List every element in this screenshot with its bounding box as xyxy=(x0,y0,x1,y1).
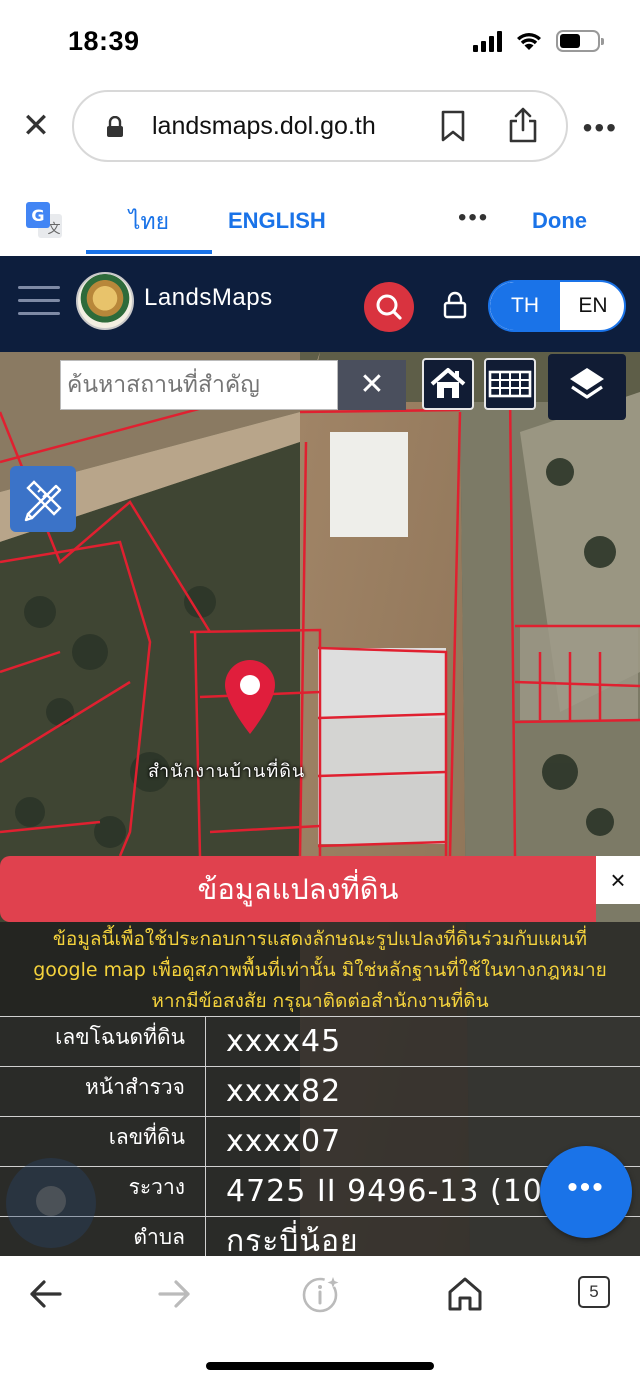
back-arrow-icon[interactable] xyxy=(26,1274,66,1314)
search-button[interactable] xyxy=(364,282,414,332)
battery-icon xyxy=(556,30,604,52)
home-indicator xyxy=(206,1362,434,1370)
landsmaps-header: LandsMaps TH EN xyxy=(0,256,640,352)
clear-search-button[interactable]: ✕ xyxy=(338,360,406,410)
translate-more-icon[interactable]: ••• xyxy=(458,204,489,232)
wifi-icon xyxy=(517,33,541,50)
grid-icon xyxy=(488,370,532,398)
tab-english[interactable]: ENGLISH xyxy=(228,186,326,256)
lang-en-option[interactable]: EN xyxy=(560,282,624,330)
status-bar: 18:39 xyxy=(0,0,640,86)
status-time: 18:39 xyxy=(68,26,140,56)
forward-arrow-icon[interactable] xyxy=(154,1274,194,1314)
menu-icon[interactable] xyxy=(18,286,60,325)
lock-icon xyxy=(107,116,123,137)
panel-close-button[interactable]: × xyxy=(596,856,640,904)
disclaimer-line: ข้อมูลนี้เพื่อใช้ประกอบการแสดงลักษณะรูปแ… xyxy=(52,928,588,950)
row-label: เลขที่ดิน xyxy=(0,1117,206,1166)
dol-seal-logo xyxy=(76,272,134,330)
brand-title: LandsMaps xyxy=(144,284,273,311)
map-grid-button[interactable] xyxy=(484,358,536,410)
row-value: xxxx45 xyxy=(226,1024,342,1059)
translate-done-button[interactable]: Done xyxy=(532,186,587,256)
pin-label: สำนักงานบ้านที่ดิน xyxy=(148,761,306,782)
lang-th-option[interactable]: TH xyxy=(490,282,560,330)
table-row: หน้าสำรวจ xxxx82 xyxy=(0,1066,640,1116)
translate-bar: 文 G ไทย ENGLISH ••• Done xyxy=(0,186,640,256)
info-overlay-icon[interactable] xyxy=(6,1158,96,1248)
share-icon[interactable] xyxy=(508,106,538,144)
map-layers-button[interactable] xyxy=(548,354,626,420)
place-search-input[interactable] xyxy=(61,361,337,409)
parcel-panel-title: ข้อมูลแปลงที่ดิน xyxy=(0,856,596,922)
search-icon xyxy=(376,294,402,320)
home-icon xyxy=(430,368,466,398)
parcel-info-table: เลขโฉนดที่ดิน xxxx45 หน้าสำรวจ xxxx82 เล… xyxy=(0,1016,640,1256)
row-value: xxxx82 xyxy=(226,1074,342,1109)
svg-text:G: G xyxy=(31,206,44,225)
disclaimer-line: google map เพื่อดูสภาพพื้นที่เท่านั้น มิ… xyxy=(33,959,607,981)
row-label: หน้าสำรวจ xyxy=(0,1067,206,1116)
map-view[interactable]: ✕ สำนักงานบ้านที่ดิน ข้อม xyxy=(0,352,640,1256)
disclaimer-text: ข้อมูลนี้เพื่อใช้ประกอบการแสดงลักษณะรูปแ… xyxy=(0,922,640,1016)
home-icon[interactable] xyxy=(446,1274,484,1314)
place-search-field[interactable] xyxy=(60,360,338,410)
tab-thai[interactable]: ไทย xyxy=(86,186,212,256)
row-label: เลขโฉนดที่ดิน xyxy=(0,1017,206,1066)
page-info-icon[interactable] xyxy=(300,1274,342,1316)
login-lock-icon[interactable] xyxy=(442,290,468,320)
url-text: landsmaps.dol.go.th xyxy=(152,112,376,140)
address-bar-row: ✕ landsmaps.dol.go.th ••• xyxy=(0,86,640,170)
table-row: เลขโฉนดที่ดิน xxxx45 xyxy=(0,1016,640,1066)
tabs-count-button[interactable]: 5 xyxy=(578,1276,610,1308)
map-home-button[interactable] xyxy=(422,358,474,410)
close-tab-icon[interactable]: ✕ xyxy=(20,108,52,144)
disclaimer-line: หากมีข้อสงสัย กรุณาติดต่อสำนักงานที่ดิน xyxy=(151,990,489,1012)
google-translate-icon: 文 G xyxy=(26,202,62,238)
measure-tool-button[interactable] xyxy=(10,466,76,532)
table-row: เลขที่ดิน xxxx07 xyxy=(0,1116,640,1166)
table-row: ตำบล กระบี่น้อย xyxy=(0,1216,640,1256)
cellular-signal-icon xyxy=(473,30,502,52)
status-icons xyxy=(473,30,604,52)
bookmark-icon[interactable] xyxy=(440,110,466,142)
more-actions-button[interactable]: ••• xyxy=(540,1146,632,1238)
url-field[interactable]: landsmaps.dol.go.th xyxy=(72,90,568,162)
layers-icon xyxy=(570,368,604,399)
pencil-ruler-icon xyxy=(24,480,62,522)
language-toggle[interactable]: TH EN xyxy=(488,280,626,332)
browser-more-icon[interactable]: ••• xyxy=(583,112,618,144)
location-pin-icon[interactable] xyxy=(222,658,278,736)
